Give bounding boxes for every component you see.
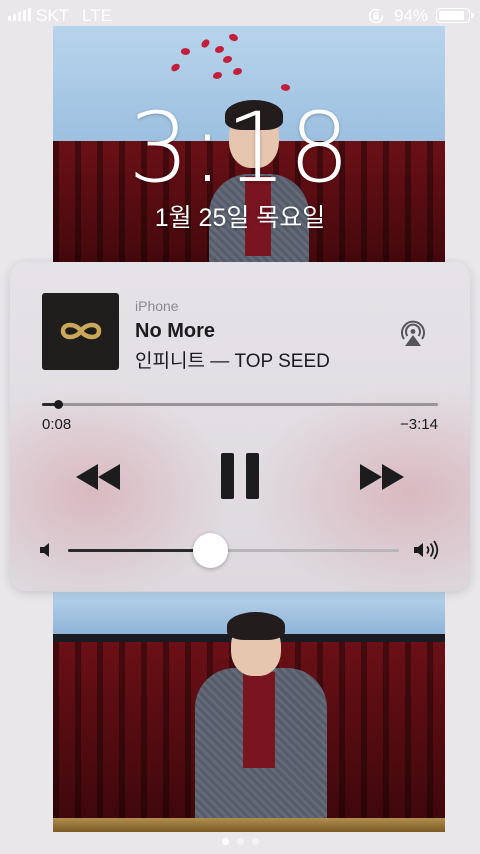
volume-slider[interactable] <box>68 533 399 568</box>
carrier-name: SKT <box>36 6 70 25</box>
playback-scrubber[interactable] <box>53 400 63 409</box>
remaining-time: −3:14 <box>400 416 438 433</box>
rotation-lock-icon <box>368 8 384 24</box>
network-type: LTE <box>82 6 112 25</box>
lock-screen-time: 3:18 <box>128 92 352 204</box>
page-indicator <box>0 838 480 845</box>
page-dot <box>236 838 244 845</box>
battery-percentage: 94% <box>394 6 429 25</box>
rewind-icon[interactable] <box>76 464 120 490</box>
page-dot <box>221 838 229 845</box>
artist-album: 인피니트 — TOP SEED <box>135 351 330 372</box>
album-artwork[interactable] <box>42 293 119 370</box>
airplay-icon[interactable] <box>398 318 428 348</box>
playback-progress-bar[interactable] <box>42 400 438 409</box>
volume-slider-thumb[interactable] <box>193 533 229 568</box>
track-title: No More <box>135 320 215 342</box>
status-bar: SKT LTE 94% <box>0 0 480 30</box>
elapsed-time: 0:08 <box>42 416 72 433</box>
volume-high-icon <box>414 540 439 560</box>
album-artwork-infinity-icon <box>60 322 102 340</box>
page-dot <box>251 838 259 845</box>
pause-icon[interactable] <box>221 453 259 499</box>
volume-low-icon <box>40 543 49 557</box>
now-playing-card[interactable]: iPhone No More 인피니트 — TOP SEED 0:08 −3:1… <box>10 262 470 591</box>
wallpaper-photo-bottom <box>53 592 445 832</box>
lock-screen-date: 1월 25일 목요일 <box>154 204 326 232</box>
fast-forward-icon[interactable] <box>360 464 404 490</box>
signal-bars-icon <box>8 8 31 21</box>
playback-source: iPhone <box>135 298 179 314</box>
battery-icon <box>436 8 474 23</box>
